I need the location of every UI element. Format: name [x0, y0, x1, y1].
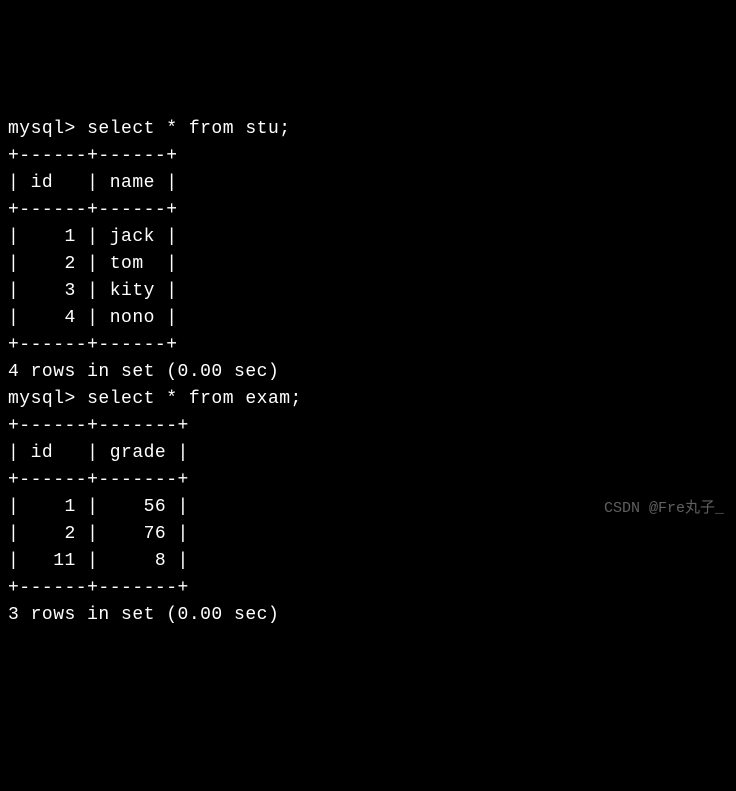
terminal-output: mysql> select * from stu;+------+------+… [8, 116, 728, 629]
prompt-line: mysql> select * from stu; [8, 116, 728, 143]
table-border: +------+-------+ [8, 467, 728, 494]
table-border: +------+------+ [8, 143, 728, 170]
table-border: +------+-------+ [8, 413, 728, 440]
table-row: | 2 | 76 | [8, 521, 728, 548]
table-row: | 2 | tom | [8, 251, 728, 278]
table-border: +------+------+ [8, 197, 728, 224]
prompt-line: mysql> select * from exam; [8, 386, 728, 413]
table-row: | 1 | jack | [8, 224, 728, 251]
table-row: | 4 | nono | [8, 305, 728, 332]
watermark: CSDN @Fre丸子_ [604, 498, 724, 521]
table-border: +------+------+ [8, 332, 728, 359]
result-message: 3 rows in set (0.00 sec) [8, 602, 728, 629]
table-row: | 3 | kity | [8, 278, 728, 305]
result-message: 4 rows in set (0.00 sec) [8, 359, 728, 386]
table-header: | id | grade | [8, 440, 728, 467]
table-border: +------+-------+ [8, 575, 728, 602]
table-header: | id | name | [8, 170, 728, 197]
table-row: | 11 | 8 | [8, 548, 728, 575]
